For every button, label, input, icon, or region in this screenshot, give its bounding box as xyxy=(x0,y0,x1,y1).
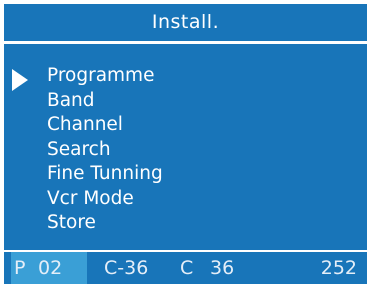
channel-label: C-36 xyxy=(104,257,149,279)
menu-item-search[interactable]: Search xyxy=(47,138,163,163)
menu-item-programme[interactable]: Programme xyxy=(47,64,163,89)
menu-list: Programme Band Channel Search Fine Tunni… xyxy=(47,64,163,236)
selection-pointer-icon xyxy=(12,69,28,91)
status-bar: P 02 C-36 C 36 252 xyxy=(4,252,367,284)
menu-item-channel[interactable]: Channel xyxy=(47,113,163,138)
channel-b-value: 36 xyxy=(210,257,235,279)
channel-b-prefix: C xyxy=(180,257,194,279)
programme-number: 02 xyxy=(38,257,63,279)
menu-item-fine-tunning[interactable]: Fine Tunning xyxy=(47,162,163,187)
tv-install-menu-screen: Install. Programme Band Channel Search F… xyxy=(0,0,372,288)
menu-item-store[interactable]: Store xyxy=(47,211,163,236)
frequency-value: 252 xyxy=(320,257,357,279)
menu-item-vcr-mode[interactable]: Vcr Mode xyxy=(47,187,163,212)
menu-panel: Programme Band Channel Search Fine Tunni… xyxy=(4,44,367,250)
programme-prefix: P xyxy=(14,257,26,279)
menu-item-band[interactable]: Band xyxy=(47,89,163,114)
menu-title: Install. xyxy=(4,4,367,41)
